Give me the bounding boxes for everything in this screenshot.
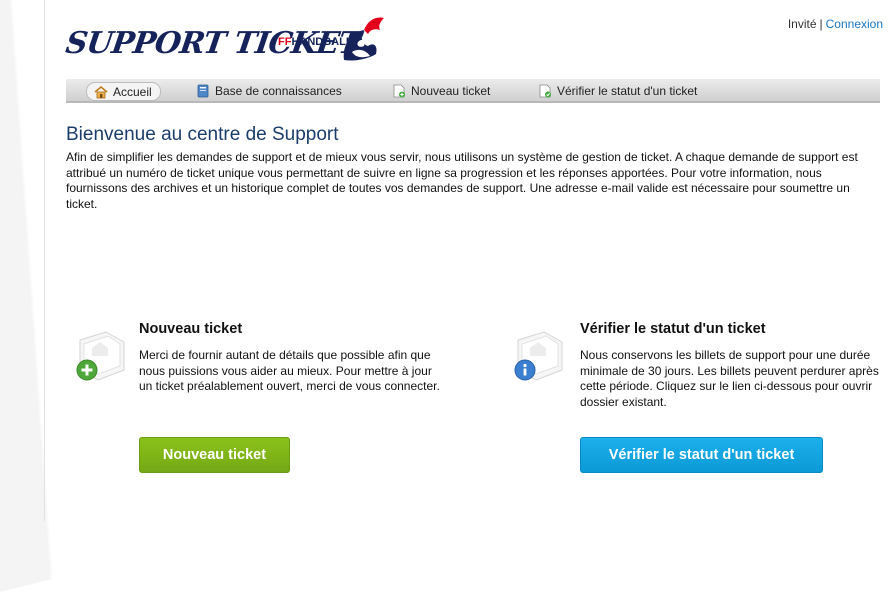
- nav-check-status-label: Vérifier le statut d'un ticket: [557, 84, 698, 98]
- page-title: Bienvenue au centre de Support: [66, 124, 339, 145]
- nav-new-ticket-label: Nouveau ticket: [411, 84, 491, 98]
- check-status-icon: [539, 84, 551, 98]
- home-icon: [94, 85, 108, 98]
- check-status-button[interactable]: Vérifier le statut d'un ticket: [580, 437, 823, 473]
- info-ticket-large-icon: [514, 331, 563, 381]
- nav-home-label: Accueil: [113, 84, 152, 99]
- check-status-title: Vérifier le statut d'un ticket: [580, 321, 766, 337]
- separator: |: [819, 17, 823, 31]
- check-status-text: Nous conservons les billets de support p…: [580, 348, 879, 409]
- new-ticket-title: Nouveau ticket: [139, 321, 243, 337]
- new-ticket-large-icon: [76, 331, 125, 381]
- login-link[interactable]: Connexion: [826, 17, 883, 31]
- nav-check-status[interactable]: Vérifier le statut d'un ticket: [538, 82, 697, 100]
- nav-knowledge-base-label: Base de connaissances: [215, 84, 342, 98]
- main-nav: Accueil Base de connaissances Nouveau ti…: [66, 79, 880, 103]
- nav-new-ticket[interactable]: Nouveau ticket: [392, 82, 490, 100]
- user-links: Invité | Connexion: [788, 17, 883, 31]
- book-icon: [197, 84, 209, 98]
- site-logo[interactable]: SUPPORT TICKET FFHANDBALL: [64, 12, 396, 64]
- nav-home[interactable]: Accueil: [86, 82, 161, 101]
- guest-label: Invité: [787, 17, 817, 31]
- new-ticket-icon: [393, 84, 405, 98]
- rooster-icon: [343, 17, 384, 61]
- nav-knowledge-base[interactable]: Base de connaissances: [196, 82, 342, 100]
- new-ticket-button[interactable]: Nouveau ticket: [139, 437, 290, 473]
- page-left-border: [44, 0, 45, 521]
- new-ticket-text: Merci de fournir autant de détails que p…: [139, 348, 440, 393]
- intro-text: Afin de simplifier les demandes de suppo…: [66, 150, 858, 211]
